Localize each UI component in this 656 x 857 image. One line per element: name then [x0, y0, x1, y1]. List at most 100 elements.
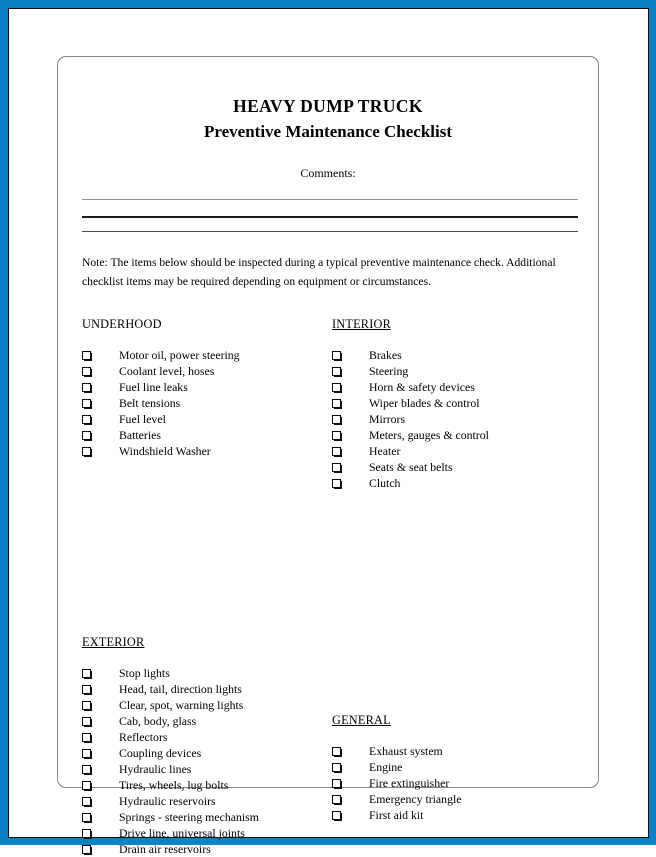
section-heading-exterior: EXTERIOR — [82, 635, 145, 650]
list-item[interactable]: Drive line, universal joints — [82, 825, 332, 841]
list-item[interactable]: Meters, gauges & control — [332, 427, 582, 443]
list-item-label: Clutch — [369, 476, 401, 491]
checkbox-icon[interactable] — [82, 717, 92, 728]
list-item[interactable]: Heater — [332, 443, 582, 459]
list-item[interactable]: Seats & seat belts — [332, 459, 582, 475]
section-general: GENERAL Exhaust system Engine Fire extin… — [332, 713, 582, 823]
list-item[interactable]: Reflectors — [82, 729, 332, 745]
list-item[interactable]: First aid kit — [332, 807, 582, 823]
page-frame: HEAVY DUMP TRUCK Preventive Maintenance … — [0, 0, 656, 856]
checkbox-icon[interactable] — [82, 781, 92, 792]
comment-line-1[interactable] — [82, 198, 578, 200]
list-item[interactable]: Hydraulic lines — [82, 761, 332, 777]
list-item[interactable]: Stop lights — [82, 665, 332, 681]
checkbox-icon[interactable] — [332, 399, 342, 410]
list-item-label: Clear, spot, warning lights — [119, 698, 244, 713]
list-item-label: Coupling devices — [119, 746, 202, 761]
list-item-label: Reflectors — [119, 730, 168, 745]
list-item-label: Stop lights — [119, 666, 170, 681]
checkbox-icon[interactable] — [332, 447, 342, 458]
list-item[interactable]: Windshield Washer — [82, 443, 332, 459]
checkbox-icon[interactable] — [82, 701, 92, 712]
checkbox-icon[interactable] — [82, 845, 92, 856]
checkbox-icon[interactable] — [332, 779, 342, 790]
checkbox-icon[interactable] — [332, 383, 342, 394]
comment-line-3[interactable] — [82, 230, 578, 232]
list-item-label: Springs - steering mechanism — [119, 810, 259, 825]
list-item[interactable]: Emergency triangle — [332, 791, 582, 807]
list-item-label: Windshield Washer — [119, 444, 211, 459]
list-item[interactable]: Belt tensions — [82, 395, 332, 411]
checkbox-icon[interactable] — [332, 415, 342, 426]
checkbox-icon[interactable] — [332, 479, 342, 490]
checkbox-icon[interactable] — [82, 447, 92, 458]
checkbox-icon[interactable] — [82, 765, 92, 776]
list-item[interactable]: Head, tail, direction lights — [82, 681, 332, 697]
list-item[interactable]: Horn & safety devices — [332, 379, 582, 395]
checkbox-icon[interactable] — [332, 367, 342, 378]
checkbox-icon[interactable] — [82, 813, 92, 824]
checkbox-icon[interactable] — [82, 669, 92, 680]
list-item[interactable]: Engine — [332, 759, 582, 775]
checkbox-icon[interactable] — [332, 463, 342, 474]
checkbox-icon[interactable] — [332, 431, 342, 442]
checkbox-icon[interactable] — [82, 367, 92, 378]
list-item[interactable]: Brakes — [332, 347, 582, 363]
comments-write-in-area — [82, 198, 578, 232]
list-item-label: Fire extinguisher — [369, 776, 450, 791]
checklist-exterior: Stop lights Head, tail, direction lights… — [82, 665, 332, 857]
list-item[interactable]: Drain air reservoirs — [82, 841, 332, 857]
list-item[interactable]: Springs - steering mechanism — [82, 809, 332, 825]
checkbox-icon[interactable] — [82, 749, 92, 760]
list-item-label: Exhaust system — [369, 744, 443, 759]
checklist-general: Exhaust system Engine Fire extinguisher — [332, 743, 582, 823]
list-item-label: Head, tail, direction lights — [119, 682, 242, 697]
checkbox-icon[interactable] — [82, 829, 92, 840]
list-item[interactable]: Mirrors — [332, 411, 582, 427]
section-heading-underhood: UNDERHOOD — [82, 317, 162, 332]
list-item-label: Seats & seat belts — [369, 460, 453, 475]
list-item-label: Belt tensions — [119, 396, 181, 411]
list-item[interactable]: Batteries — [82, 427, 332, 443]
checkbox-icon[interactable] — [82, 399, 92, 410]
comment-line-2[interactable] — [82, 215, 578, 218]
checkbox-icon[interactable] — [82, 733, 92, 744]
checkbox-icon[interactable] — [82, 383, 92, 394]
checkbox-icon[interactable] — [82, 415, 92, 426]
checkbox-icon[interactable] — [332, 747, 342, 758]
list-item[interactable]: Clear, spot, warning lights — [82, 697, 332, 713]
comments-label: Comments: — [300, 165, 356, 180]
list-item[interactable]: Fuel line leaks — [82, 379, 332, 395]
checkbox-icon[interactable] — [332, 811, 342, 822]
list-item[interactable]: Clutch — [332, 475, 582, 491]
list-item-label: Emergency triangle — [369, 792, 462, 807]
checklist-underhood: Motor oil, power steering Coolant level,… — [82, 347, 332, 459]
note-text: Note: The items below should be inspecte… — [82, 255, 556, 289]
list-item[interactable]: Fuel level — [82, 411, 332, 427]
list-item-label: Fuel line leaks — [119, 380, 188, 395]
list-item-label: First aid kit — [369, 808, 424, 823]
list-item[interactable]: Cab, body, glass — [82, 713, 332, 729]
page-title: HEAVY DUMP TRUCK — [233, 96, 423, 116]
list-item[interactable]: Coupling devices — [82, 745, 332, 761]
list-item[interactable]: Tires, wheels, lug bolts — [82, 777, 332, 793]
list-item[interactable]: Motor oil, power steering — [82, 347, 332, 363]
page-subtitle: Preventive Maintenance Checklist — [203, 121, 453, 141]
checkbox-icon[interactable] — [82, 797, 92, 808]
list-item-label: Brakes — [369, 348, 402, 363]
list-item[interactable]: Steering — [332, 363, 582, 379]
checkbox-icon[interactable] — [82, 685, 92, 696]
section-underhood: UNDERHOOD Motor oil, power steering Cool… — [82, 317, 332, 459]
list-item-label: Heater — [369, 444, 401, 459]
checkbox-icon[interactable] — [332, 763, 342, 774]
checkbox-icon[interactable] — [332, 351, 342, 362]
list-item[interactable]: Wiper blades & control — [332, 395, 582, 411]
list-item[interactable]: Fire extinguisher — [332, 775, 582, 791]
checkbox-icon[interactable] — [82, 431, 92, 442]
list-item[interactable]: Hydraulic reservoirs — [82, 793, 332, 809]
list-item[interactable]: Coolant level, hoses — [82, 363, 332, 379]
checkbox-icon[interactable] — [332, 795, 342, 806]
list-item[interactable]: Exhaust system — [332, 743, 582, 759]
checkbox-icon[interactable] — [82, 351, 92, 362]
list-item-label: Motor oil, power steering — [119, 348, 240, 363]
